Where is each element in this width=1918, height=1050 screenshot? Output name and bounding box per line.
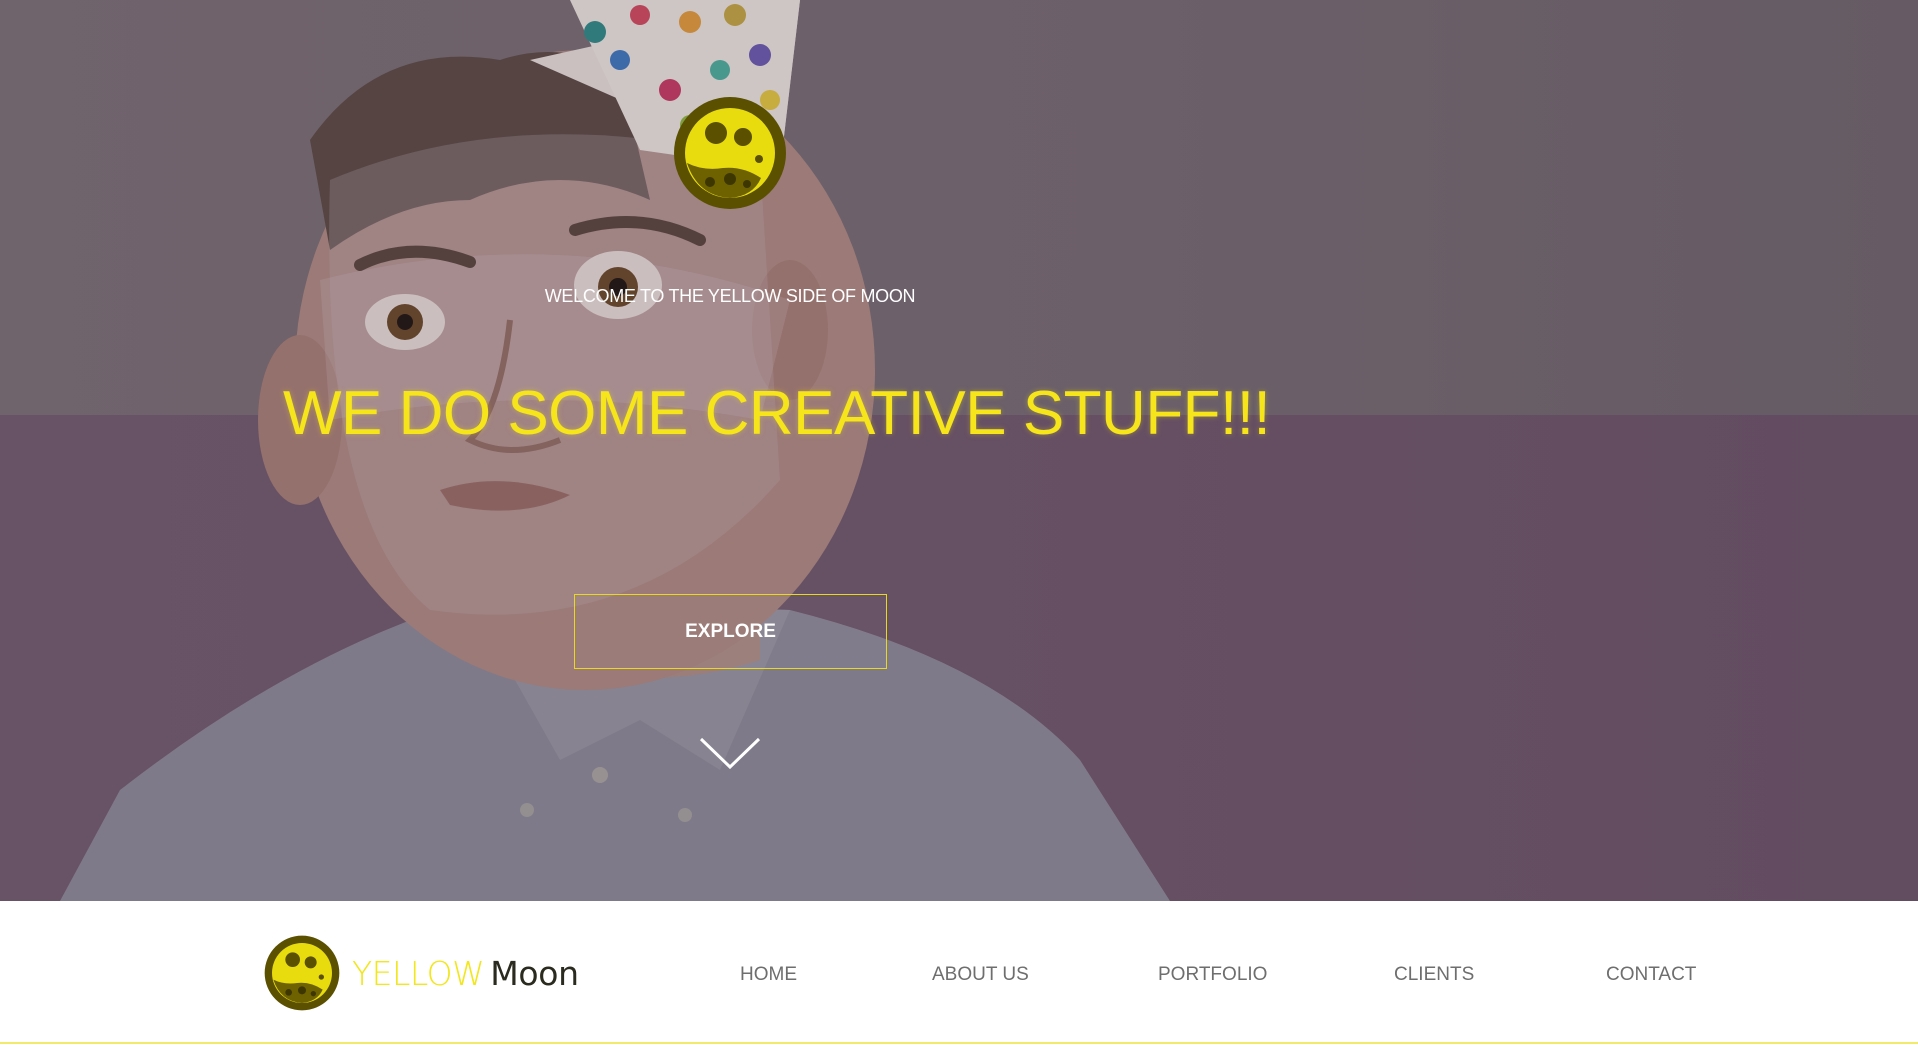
nav-item-portfolio[interactable]: PORTFOLIO	[1158, 964, 1267, 986]
hero-welcome-text: WELCOME TO THE YELLOW SIDE OF MOON	[544, 286, 916, 306]
nav-item-home[interactable]: HOME	[740, 964, 797, 986]
explore-button[interactable]: EXPLORE	[574, 594, 887, 669]
brand-name-moon: Moon	[490, 953, 579, 993]
hero-section: WELCOME TO THE YELLOW SIDE OF MOON WE DO…	[0, 0, 1918, 901]
yellow-moon-logo-icon	[264, 935, 340, 1011]
hero-title: WE DO SOME CREATIVE STUFF!!!	[283, 379, 1271, 448]
explore-button-label: EXPLORE	[685, 620, 776, 642]
chevron-down-icon[interactable]	[699, 735, 761, 771]
brand-name-yellow: YELLOW	[352, 953, 485, 993]
brand-logo-link[interactable]: YELLOW Moon	[264, 935, 579, 1011]
nav-item-clients[interactable]: CLIENTS	[1394, 964, 1474, 986]
hero-overlay	[0, 0, 1918, 901]
nav-item-contact[interactable]: CONTACT	[1606, 964, 1696, 986]
yellow-moon-logo-icon	[674, 97, 786, 209]
nav-item-about-us[interactable]: ABOUT US	[932, 964, 1029, 986]
